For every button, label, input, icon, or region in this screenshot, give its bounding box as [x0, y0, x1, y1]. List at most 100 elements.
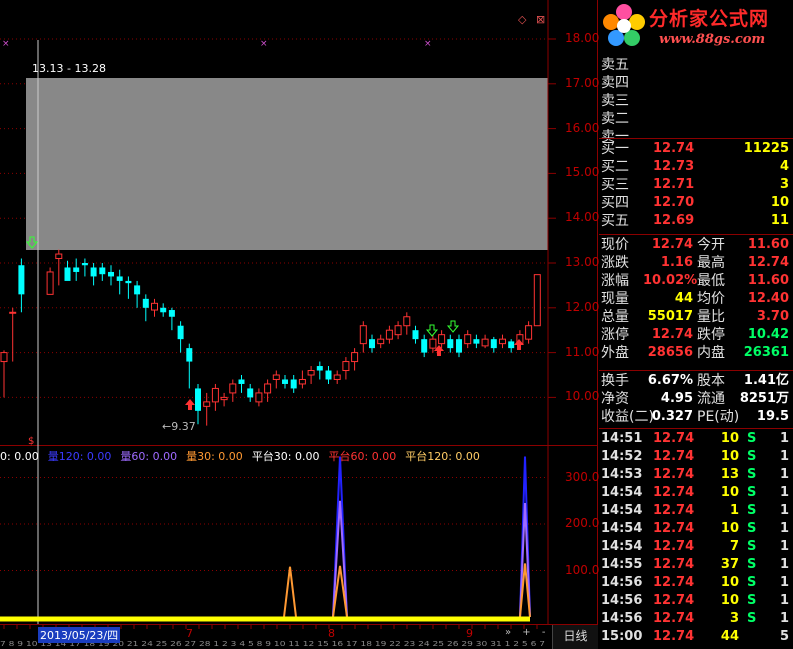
- tick-price: 12.74: [653, 539, 695, 554]
- candle-body: [0, 352, 8, 363]
- x-marker-icon: ×: [424, 39, 432, 49]
- ask-label: 卖三: [601, 93, 629, 109]
- tick-time: 15:00: [601, 629, 643, 644]
- volume-indicator-chart[interactable]: [0, 446, 598, 624]
- quote-value: 10.42: [747, 327, 789, 342]
- candle-body: [238, 379, 245, 384]
- bid-label: 买一: [601, 141, 629, 157]
- bid-row: 买三 12.71 3: [599, 176, 793, 194]
- candle-body: [168, 310, 175, 317]
- price-chart-pane[interactable]: × × × $ ◇ ⊠ 13.13 - 13.28 ←9.37 18.00 17.00 1…: [0, 0, 600, 446]
- tick-side: S: [747, 485, 757, 500]
- quote-row: 总量 55017 量比 3.70: [599, 308, 793, 326]
- price-tick-label: 13.00: [565, 255, 600, 269]
- candle-body: [142, 298, 149, 308]
- price-tick-label: 14.00: [565, 210, 600, 225]
- quote-value: 26361: [743, 345, 789, 360]
- tick-volume: 10: [720, 431, 739, 446]
- quote-label: 最低: [697, 273, 725, 289]
- finance-value: 19.5: [756, 409, 789, 424]
- chart-nav-buttons[interactable]: » + -: [505, 627, 549, 638]
- price-tick-label: 12.00: [565, 299, 600, 314]
- candle-body: [403, 316, 411, 327]
- candle-body: [229, 383, 237, 394]
- legend-item: 0: 0.00: [0, 450, 39, 463]
- indicator-tick-label: 300.0: [565, 469, 600, 484]
- trade-tick-row: 15:00 12.74 44 5: [599, 628, 793, 646]
- quote-value: 12.74: [747, 255, 789, 270]
- bid-volume: 4: [779, 159, 789, 174]
- tick-side: S: [747, 521, 757, 536]
- tick-count: 1: [779, 611, 789, 626]
- candle-body: [412, 330, 419, 340]
- finance-label: PE(动): [697, 409, 740, 425]
- finance-row: 收益(二) 0.327 PE(动) 19.5: [599, 408, 793, 426]
- candle-body: [272, 374, 280, 380]
- range-label: 13.13 - 13.28: [32, 62, 106, 75]
- period-button[interactable]: 日线: [552, 625, 598, 649]
- candle-body: [394, 325, 402, 336]
- candle-body: [481, 338, 489, 347]
- sell-arrow-icon: [425, 324, 439, 337]
- candle-body: [99, 267, 106, 275]
- candle-body: [151, 302, 158, 311]
- tick-side: S: [747, 611, 757, 626]
- trade-tick-row: 14:56 12.74 10 S 1: [599, 574, 793, 592]
- price-tick-label: 18.00: [565, 31, 600, 45]
- indicator-tick-label: 200.0: [565, 516, 600, 530]
- candle-body: [18, 265, 25, 295]
- trade-tick-row: 14:54 12.74 7 S 1: [599, 538, 793, 556]
- brand-url[interactable]: www.88gs.com: [659, 32, 765, 47]
- chart-toolbar-icons[interactable]: ◇ ⊠: [518, 13, 548, 26]
- candle-body: [429, 338, 437, 349]
- candle-body: [203, 401, 211, 407]
- candle-body: [456, 339, 462, 353]
- quote-panel: 分析家公式网 www.88gs.com 卖五 卖四 卖三 卖二 卖一 买一 12.74 112…: [599, 0, 793, 649]
- candle-body: [177, 325, 184, 340]
- candle-body: [108, 271, 114, 277]
- ask-row: 卖五: [599, 56, 793, 74]
- tick-price: 12.74: [653, 503, 695, 518]
- candle-body: [186, 348, 193, 362]
- finance-label: 净资: [601, 391, 629, 407]
- highlight-zone: [26, 78, 548, 250]
- finance-label: 流通: [697, 391, 725, 407]
- flower-logo-icon: [603, 4, 645, 46]
- candle-body: [307, 370, 315, 376]
- tick-count: 1: [779, 575, 789, 590]
- dollar-marker-icon: $: [28, 436, 34, 446]
- candle-body: [385, 329, 393, 340]
- price-tick-label: 17.00: [565, 75, 600, 90]
- trade-tick-row: 14:51 12.74 10 S 1: [599, 430, 793, 448]
- finance-row: 净资 4.95 流通 8251万: [599, 390, 793, 408]
- tick-volume: 10: [720, 449, 739, 464]
- low-price-value: 9.37: [171, 420, 196, 433]
- tick-side: S: [747, 593, 757, 608]
- tick-volume: 7: [729, 539, 739, 554]
- quote-label: 总量: [601, 309, 629, 325]
- quote-row: 外盘 28656 内盘 26361: [599, 344, 793, 362]
- candle-body: [9, 311, 17, 314]
- buy-arrow-icon: [185, 399, 195, 410]
- trade-tick-row: 14:56 12.74 10 S 1: [599, 592, 793, 610]
- tick-volume: 10: [720, 485, 739, 500]
- trade-tick-row: 14:54 12.74 10 S 1: [599, 520, 793, 538]
- tick-side: S: [747, 557, 757, 572]
- price-tick-label: 15.00: [565, 165, 600, 180]
- quote-value: 12.40: [747, 291, 789, 306]
- legend-item: 量30: 0.00: [186, 450, 243, 463]
- legend-item: 平台60: 0.00: [328, 450, 397, 463]
- finance-label: 换手: [601, 373, 629, 389]
- quote-value: 3.70: [756, 309, 789, 324]
- tick-volume: 10: [720, 593, 739, 608]
- tick-time: 14:56: [601, 575, 643, 590]
- quote-label: 现量: [601, 291, 629, 307]
- quote-label: 涨停: [601, 327, 629, 343]
- quote-value: 11.60: [747, 237, 789, 252]
- x-marker-icon: ×: [260, 39, 268, 49]
- indicator-tick-label: 100.0: [565, 562, 600, 577]
- candle-body: [116, 276, 123, 281]
- date-axis: 7 8 9 10 13 14 17 18 19 20 21 24 25 26 2…: [0, 624, 598, 649]
- candle-body: [369, 339, 375, 349]
- indicator-pane[interactable]: 300.0 200.0 100.0: [0, 446, 600, 624]
